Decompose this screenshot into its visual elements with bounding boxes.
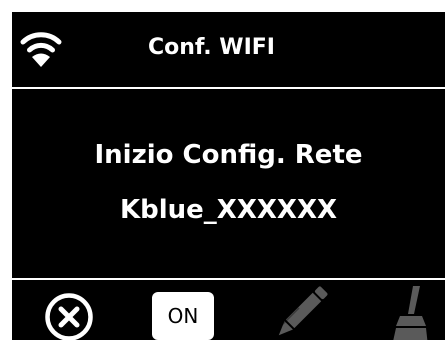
header-divider	[12, 87, 445, 89]
page-title: Conf. WIFI	[148, 35, 275, 60]
header-bar: Conf. WIFI	[12, 12, 445, 87]
clear-button[interactable]	[378, 284, 438, 340]
pencil-icon	[278, 286, 328, 336]
wifi-icon	[20, 32, 62, 67]
broom-icon	[393, 286, 428, 340]
status-message: Inizio Config. Rete	[94, 140, 363, 170]
edit-button[interactable]	[270, 284, 330, 340]
device-screen: Conf. WIFI Inizio Config. Rete Kblue_XXX…	[12, 12, 445, 340]
on-button[interactable]: ON	[152, 292, 214, 340]
toolbar: ON	[12, 280, 445, 340]
close-circle-icon	[45, 293, 93, 340]
close-button[interactable]	[44, 292, 94, 340]
network-name: Kblue_XXXXXX	[119, 195, 338, 225]
